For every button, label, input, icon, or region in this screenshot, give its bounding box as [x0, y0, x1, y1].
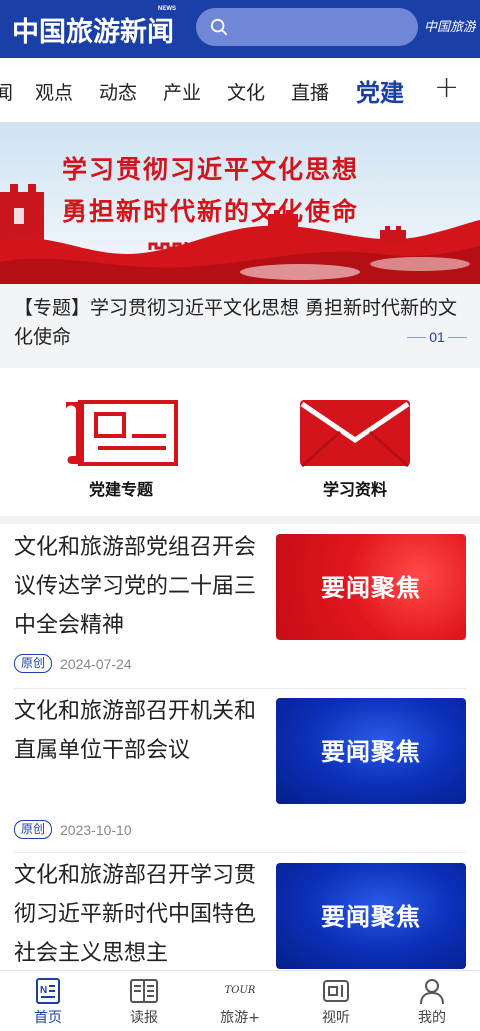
- nav-mine[interactable]: 我的: [397, 977, 467, 1027]
- news-title: 文化和旅游部召开学习贯彻习近平新时代中国特色社会主义思想主: [14, 863, 257, 966]
- feature-banner[interactable]: 学习贯彻习近平文化思想 勇担新时代新的文化使命: [0, 122, 480, 284]
- app-logo[interactable]: 中国旅游新闻 NEWS: [12, 6, 176, 49]
- party-building-topic-button[interactable]: 党建专题: [56, 396, 186, 500]
- tab-opinion[interactable]: 观点: [35, 78, 73, 105]
- banner-caption[interactable]: 【专题】学习贯彻习近平文化思想 勇担新时代新的文化使命 01: [0, 284, 480, 368]
- page-indicator-dash: [447, 336, 468, 338]
- nav-label: 读报: [130, 1010, 158, 1026]
- tab-dynamics[interactable]: 动态: [99, 78, 137, 105]
- banner-headline-line-2: 勇担新时代新的文化使命: [62, 197, 360, 226]
- app-header: 中国旅游新闻 NEWS 中国旅游报: [0, 0, 480, 58]
- news-title: 文化和旅游部召开机关和直属单位干部会议: [14, 699, 257, 763]
- nav-travel-plus[interactable]: TOUR 旅游+: [205, 977, 275, 1027]
- nav-label: 首页: [34, 1010, 62, 1026]
- banner-page-indicator: 01: [407, 329, 468, 345]
- news-thumbnail: 要闻聚焦: [276, 534, 466, 640]
- logo-news-mark: NEWS: [158, 5, 176, 12]
- svg-text:N: N: [40, 985, 47, 996]
- shortcut-label: 党建专题: [88, 480, 153, 499]
- list-item[interactable]: 文化和旅游部召开学习贯彻习近平新时代中国特色社会主义思想主 要闻聚焦: [0, 854, 480, 970]
- page-indicator-dash: [407, 336, 427, 338]
- news-title: 文化和旅游部党组召开会议传达学习党的二十届三中全会精神: [14, 535, 257, 638]
- tab-live[interactable]: 直播: [291, 78, 329, 105]
- original-badge: 原创: [14, 654, 53, 673]
- newspaper-icon: [130, 979, 158, 1003]
- nav-label: 旅游+: [220, 1010, 260, 1026]
- banner-headline-line-1: 学习贯彻习近平文化思想: [62, 155, 360, 184]
- thumbnail-caption: 要闻聚焦: [321, 738, 421, 766]
- logo-text: 中国旅游新闻: [12, 16, 174, 48]
- news-meta: 原创 2023-10-10: [14, 820, 132, 839]
- brand-wordmark: 中国旅游报: [424, 20, 476, 35]
- original-badge: 原创: [14, 820, 53, 839]
- news-date: 2023-10-10: [60, 821, 132, 838]
- tour-logo-icon: TOUR: [224, 985, 256, 996]
- search-input[interactable]: [236, 14, 406, 40]
- channel-tabs: 闻 观点 动态 产业 文化 直播 党建 +: [0, 58, 480, 122]
- list-divider: [14, 852, 466, 853]
- news-thumbnail: 要闻聚焦: [276, 863, 466, 969]
- news-meta: 原创 2024-07-24: [14, 654, 132, 673]
- shortcut-label: 学习资料: [322, 480, 387, 499]
- add-channel-button[interactable]: +: [434, 70, 459, 105]
- nav-label: 我的: [418, 1010, 446, 1026]
- list-item[interactable]: 文化和旅游部党组召开会议传达学习党的二十届三中全会精神 要闻聚焦 原创 2024…: [0, 524, 480, 690]
- thumbnail-caption: 要闻聚焦: [321, 903, 421, 931]
- tab-party-building[interactable]: 党建: [356, 73, 404, 108]
- nav-read-paper[interactable]: 读报: [109, 977, 179, 1027]
- tab-industry[interactable]: 产业: [163, 78, 201, 105]
- nav-label: 视听: [322, 1010, 350, 1026]
- home-news-icon: N: [36, 978, 60, 1004]
- search-bar[interactable]: [196, 8, 418, 46]
- search-icon: [210, 18, 228, 36]
- study-materials-button[interactable]: 学习资料: [290, 396, 420, 500]
- list-item[interactable]: 文化和旅游部召开机关和直属单位干部会议 要闻聚焦 原创 2023-10-10: [0, 690, 480, 854]
- nav-video[interactable]: 视听: [301, 977, 371, 1027]
- news-date: 2024-07-24: [60, 655, 132, 672]
- shortcut-grid: 党建专题 学习资料: [0, 368, 480, 516]
- thumbnail-caption: 要闻聚焦: [321, 574, 421, 602]
- page-number: 01: [429, 329, 445, 345]
- bottom-navigation: N 首页 读报 TOUR 旅游+ 视听 我的: [0, 970, 480, 1031]
- list-divider: [14, 688, 466, 689]
- scroll-document-icon: [66, 400, 178, 466]
- video-icon: [323, 980, 349, 1002]
- envelope-icon: [300, 400, 410, 468]
- user-icon: [420, 979, 444, 1005]
- news-thumbnail: 要闻聚焦: [276, 698, 466, 804]
- tab-culture[interactable]: 文化: [227, 78, 265, 105]
- tab-news[interactable]: 闻: [0, 78, 13, 105]
- section-separator: [0, 516, 480, 524]
- banner-caption-text: 【专题】学习贯彻习近平文化思想 勇担新时代新的文化使命: [14, 297, 458, 348]
- nav-home[interactable]: N 首页: [13, 977, 83, 1027]
